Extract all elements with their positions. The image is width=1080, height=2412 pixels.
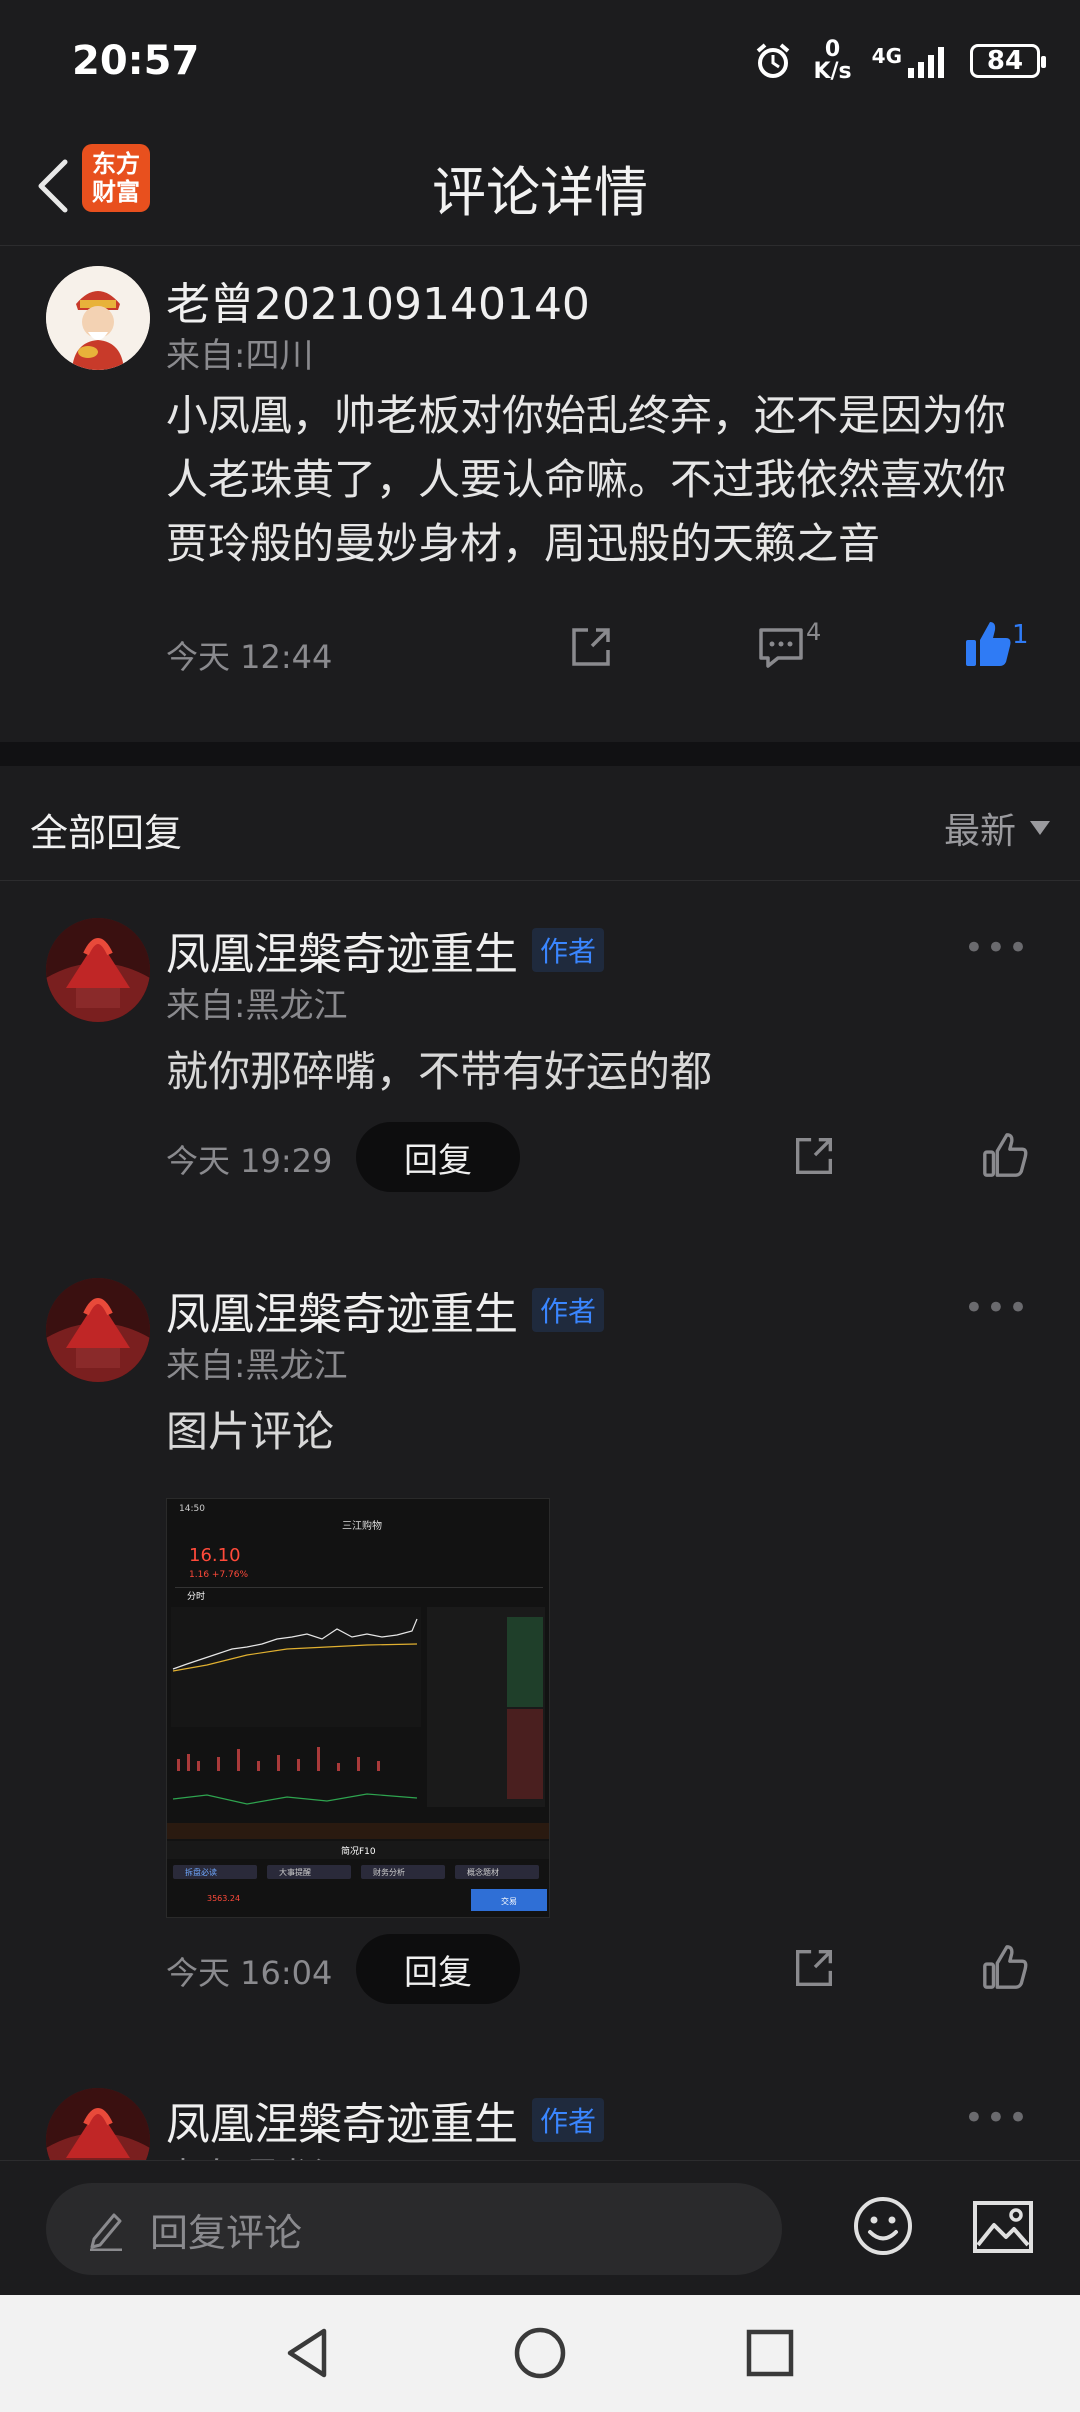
battery-indicator: 84: [970, 44, 1046, 78]
reply-username[interactable]: 凤凰涅槃奇迹重生: [166, 1278, 518, 1342]
signal-icon: [908, 47, 944, 78]
sort-button[interactable]: 最新: [944, 802, 1050, 854]
avatar[interactable]: [46, 266, 150, 370]
thumb-trade: 交易: [501, 1896, 517, 1906]
author-badge: 作者: [532, 2098, 605, 2142]
comment-username[interactable]: 老曾202109140140: [166, 268, 590, 332]
status-icons: 0 K/s 4G 84: [753, 36, 1046, 86]
reply-location: 来自:黑龙江: [166, 2148, 347, 2160]
nav-recents-icon[interactable]: [742, 2325, 798, 2381]
share-icon[interactable]: [790, 1132, 838, 1180]
thumb-price: 16.10: [189, 1545, 241, 1566]
thumb-btn-2: 大事提醒: [279, 1867, 311, 1877]
like-icon[interactable]: [980, 1130, 1030, 1180]
reply-username-row: 凤凰涅槃奇迹重生 作者: [166, 1278, 605, 1342]
network-type: 4G: [871, 44, 902, 68]
thumb-status-time: 14:50: [179, 1504, 205, 1514]
alarm-icon: [757, 43, 790, 78]
thumb-btn-4: 概念题材: [467, 1867, 499, 1877]
share-icon[interactable]: [566, 622, 616, 672]
comment-text: 小凤凰，帅老板对你始乱终弃，还不是因为你人老珠黄了，人要认命嘛。不过我依然喜欢你…: [166, 391, 1007, 568]
comment-time: 今天 12:44: [166, 638, 333, 676]
more-icon[interactable]: •••: [964, 2098, 1030, 2138]
status-time: 20:57: [72, 38, 200, 84]
net-speed: 0 K/s: [813, 39, 851, 83]
avatar-image: [46, 918, 150, 1022]
thumb-index: 3563.24: [207, 1894, 240, 1903]
reply-button[interactable]: 回复: [356, 1122, 520, 1192]
thumb-change: 1.16 +7.76%: [189, 1570, 248, 1580]
reply-input[interactable]: 回复评论: [46, 2183, 782, 2275]
share-icon[interactable]: [790, 1944, 838, 1992]
reply-text: 就你那碎嘴，不带有好运的都: [166, 1047, 713, 1096]
battery-level: 84: [986, 46, 1024, 76]
avatar[interactable]: [46, 1278, 150, 1382]
system-nav-bar: [0, 2295, 1080, 2412]
avatar-image: [46, 266, 150, 370]
comment-location: 来自:四川: [166, 336, 314, 376]
reply-username-row: 凤凰涅槃奇迹重生 作者: [166, 2088, 605, 2152]
avatar-image: [46, 1278, 150, 1382]
comment-icon[interactable]: [756, 622, 806, 672]
reply-item: 凤凰涅槃奇迹重生 作者 ••• 来自:黑龙江 图片评论 14:50 三江购物 1…: [0, 1278, 1080, 2018]
reply-username[interactable]: 凤凰涅槃奇迹重生: [166, 918, 518, 982]
nav-home-icon[interactable]: [512, 2325, 568, 2381]
status-bar: 20:57 0 K/s 4G 84: [0, 0, 1080, 126]
emoji-icon[interactable]: [852, 2195, 914, 2257]
reply-text: 图片评论: [166, 1407, 335, 1456]
net-speed-value: 0: [824, 37, 841, 62]
stock-screenshot: 14:50 三江购物 16.10 1.16 +7.76% 分时 简况F10 拆盘…: [167, 1499, 549, 1917]
image-icon[interactable]: [972, 2199, 1034, 2255]
reply-image[interactable]: 14:50 三江购物 16.10 1.16 +7.76% 分时 简况F10 拆盘…: [166, 1498, 550, 1918]
avatar-image: [46, 2088, 150, 2160]
reply-username[interactable]: 凤凰涅槃奇迹重生: [166, 2088, 518, 2152]
more-icon[interactable]: •••: [964, 1288, 1030, 1328]
reply-time: 今天 16:04: [166, 1954, 333, 1992]
thumb-btn-3: 财务分析: [373, 1867, 405, 1877]
replies-title: 全部回复: [30, 811, 183, 855]
avatar[interactable]: [46, 2088, 150, 2160]
net-speed-unit: K/s: [813, 59, 852, 84]
comment-count: 4: [806, 618, 822, 646]
reply-button[interactable]: 回复: [356, 1934, 520, 2004]
reply-location: 来自:黑龙江: [166, 986, 348, 1026]
pencil-icon: [90, 2213, 122, 2251]
like-icon[interactable]: [962, 618, 1014, 670]
author-badge: 作者: [532, 1288, 605, 1332]
reply-input-placeholder: 回复评论: [150, 2210, 303, 2255]
reply-time: 今天 19:29: [166, 1142, 333, 1180]
reply-input-bar: 回复评论: [0, 2160, 1080, 2295]
page-title: 评论详情: [432, 161, 648, 224]
thumb-btn-1: 拆盘必读: [185, 1867, 217, 1877]
avatar[interactable]: [46, 918, 150, 1022]
like-count: 1: [1012, 620, 1029, 650]
reply-item: 凤凰涅槃奇迹重生 作者 ••• 来自:黑龙江 就你那碎嘴，不带有好运的都 今天 …: [0, 918, 1080, 1218]
reply-location: 来自:黑龙江: [166, 1346, 348, 1386]
main-comment: 老曾202109140140 来自:四川 小凤凰，帅老板对你始乱终弃，还不是因为…: [0, 246, 1080, 742]
thumb-stock-name: 三江购物: [342, 1519, 382, 1532]
nav-back-icon[interactable]: [280, 2325, 336, 2381]
thumb-tab: 分时: [187, 1590, 205, 1602]
sort-label: 最新: [943, 811, 1016, 852]
like-icon[interactable]: [980, 1942, 1030, 1992]
reply-username-row: 凤凰涅槃奇迹重生 作者: [166, 918, 605, 982]
more-icon[interactable]: •••: [964, 928, 1030, 968]
reply-item: 凤凰涅槃奇迹重生 作者 ••• 来自:黑龙江: [0, 2088, 1080, 2160]
thumb-section: 简况F10: [341, 1845, 376, 1857]
chevron-down-icon: [1030, 821, 1050, 835]
replies-header: 全部回复 最新: [0, 766, 1080, 881]
signal-indicator: 4G: [872, 44, 950, 78]
header: 东方 财富 评论详情: [0, 126, 1080, 246]
author-badge: 作者: [532, 928, 605, 972]
section-divider: [0, 742, 1080, 766]
